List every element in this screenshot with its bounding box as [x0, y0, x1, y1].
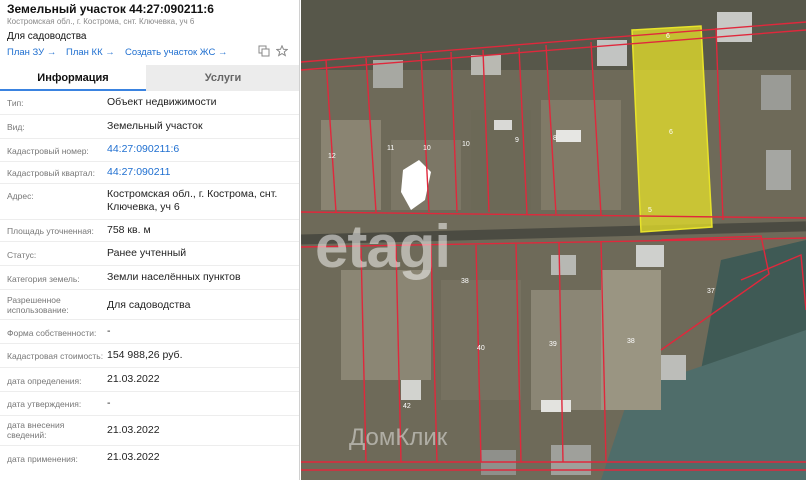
row-label: Адрес: [7, 191, 34, 201]
info-row-cadastral-quarter: Кадастровый квартал: 44:27:090211 [0, 162, 299, 184]
parcel-number: 8 [553, 135, 557, 142]
info-row-application-date: дата применения: 21.03.2022 [0, 446, 299, 470]
domclick-watermark: ДомКлик [349, 424, 448, 451]
row-value: 758 кв. м [107, 224, 151, 236]
info-row-determination-date: дата определения: 21.03.2022 [0, 368, 299, 392]
cadastral-map[interactable]: 6 6 12 11 10 10 9 8 37 40 39 38 38 42 5 … [301, 0, 806, 480]
tab-information[interactable]: Информация [0, 65, 146, 91]
page-title: Земельный участок 44:27:090211:6 [7, 2, 214, 16]
row-value: Для садоводства [107, 299, 191, 311]
info-row-area: Площадь уточненная: 758 кв. м [0, 220, 299, 242]
info-row-kind: Вид: Земельный участок [0, 115, 299, 139]
row-label: Кадастровый квартал: [7, 168, 95, 178]
row-label: Вид: [7, 122, 25, 132]
parcel-number: 6 [666, 33, 670, 40]
parcel-number: 5 [648, 207, 652, 214]
create-zhs-link[interactable]: Создать участок ЖС → [125, 47, 227, 58]
row-value: 21.03.2022 [107, 451, 160, 463]
row-label: Статус: [7, 250, 37, 260]
row-label: Площадь уточненная: [7, 226, 94, 236]
parcel-usage: Для садоводства [7, 31, 87, 42]
cadastral-quarter-link[interactable]: 44:27:090211 [107, 166, 295, 179]
parcel-number: 6 [669, 129, 673, 136]
row-value: Объект недвижимости [107, 96, 217, 108]
etagi-watermark: etagi [315, 213, 451, 280]
parcel-number: 12 [328, 153, 336, 160]
row-value: Ранее учтенный [107, 247, 187, 259]
info-row-address: Адрес: Костромская обл., г. Кострома, сн… [0, 184, 299, 220]
parcel-number: 40 [477, 345, 485, 352]
info-row-ownership: Форма собственности: - [0, 320, 299, 344]
parcel-address-subtitle: Костромская обл., г. Кострома, снт. Ключ… [7, 17, 195, 26]
parcel-number: 38 [627, 338, 635, 345]
row-value: 21.03.2022 [107, 373, 160, 385]
row-label: Тип: [7, 98, 24, 108]
plan-kk-link[interactable]: План КК → [66, 47, 115, 58]
info-row-cadastral-cost: Кадастровая стоимость: 154 988,26 руб. [0, 344, 299, 368]
parcel-number: 11 [387, 145, 394, 152]
plan-zu-link[interactable]: План ЗУ → [7, 47, 56, 58]
parcel-number: 39 [549, 341, 557, 348]
tab-services[interactable]: Услуги [146, 65, 299, 91]
row-label: Кадастровый номер: [7, 146, 89, 156]
row-label: Категория земель: [7, 274, 80, 284]
parcel-number: 10 [423, 145, 431, 152]
info-row-status: Статус: Ранее учтенный [0, 242, 299, 266]
row-value: Костромская обл., г. Кострома, снт. Ключ… [107, 188, 278, 213]
row-value: - [107, 325, 111, 337]
row-label: дата определения: [7, 376, 82, 386]
parcel-number: 38 [461, 278, 469, 285]
info-row-permitted-use: Разрешенное использование: Для садоводст… [0, 290, 299, 320]
tabs: Информация Услуги [0, 65, 299, 91]
arrow-right-icon: → [46, 47, 57, 58]
row-value: 154 988,26 руб. [107, 349, 183, 361]
parcel-number: 42 [403, 403, 411, 410]
info-row-type: Тип: Объект недвижимости [0, 91, 299, 115]
star-icon[interactable] [275, 44, 289, 59]
info-row-land-category: Категория земель: Земли населённых пункт… [0, 266, 299, 290]
row-value: Земельный участок [107, 120, 203, 132]
arrow-right-icon: → [105, 47, 115, 58]
info-row-entry-date: дата внесения сведений: 21.03.2022 [0, 416, 299, 446]
row-value: 21.03.2022 [107, 424, 160, 436]
row-label: дата внесения сведений: [7, 420, 65, 440]
parcel-number: 9 [515, 137, 519, 144]
row-value: - [107, 397, 111, 409]
row-label: дата применения: [7, 454, 78, 464]
info-panel: Земельный участок 44:27:090211:6 Костром… [0, 0, 300, 480]
row-value: Земли населённых пунктов [107, 271, 241, 283]
copy-icon[interactable] [257, 45, 271, 59]
info-row-cadastral-number: Кадастровый номер: 44:27:090211:6 [0, 139, 299, 162]
row-label: Форма собственности: [7, 328, 97, 338]
cadastral-number-link[interactable]: 44:27:090211:6 [107, 143, 295, 156]
row-label: Разрешенное использование: [7, 295, 69, 315]
row-label: Кадастровая стоимость: [7, 351, 104, 361]
row-label: дата утверждения: [7, 399, 82, 409]
parcel-number: 10 [462, 141, 470, 148]
parcel-number: 37 [707, 288, 715, 295]
arrow-right-icon: → [217, 47, 228, 58]
info-row-approval-date: дата утверждения: - [0, 392, 299, 416]
